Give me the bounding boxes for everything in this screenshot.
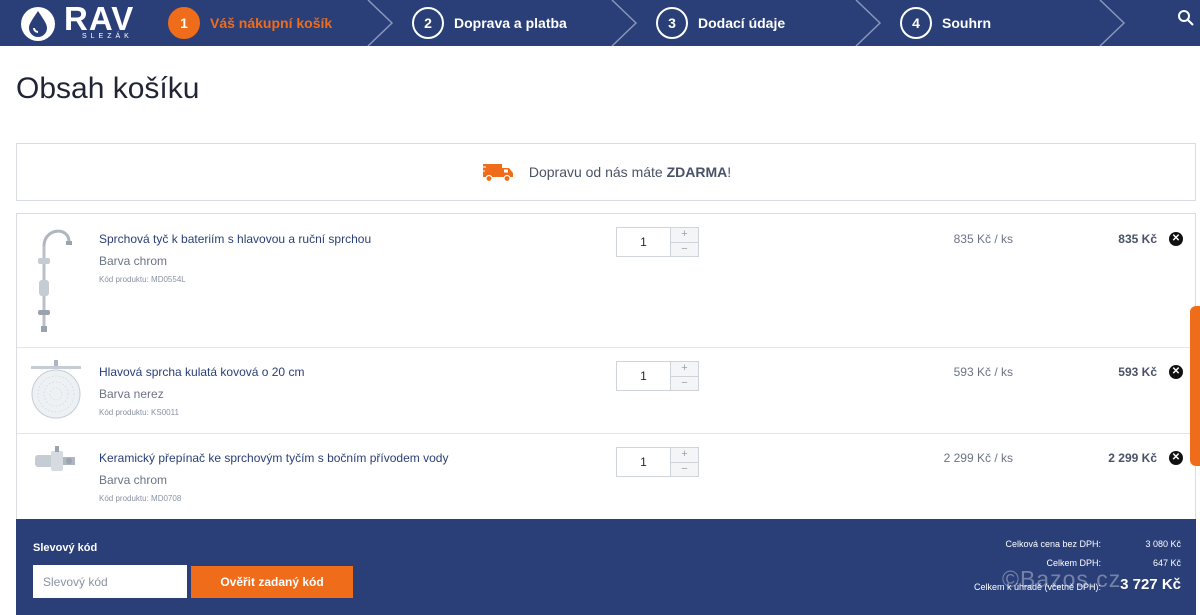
step-number: 1 <box>168 7 200 39</box>
unit-price: 593 Kč / ks <box>953 365 1013 379</box>
remove-item-button[interactable]: ✕ <box>1169 451 1183 465</box>
quantity-input[interactable] <box>617 362 671 390</box>
subtotal-without-vat-label: Celková cena bez DPH: <box>1005 539 1101 549</box>
product-code: Kód produktu: MD0554L <box>99 275 186 284</box>
product-name[interactable]: Keramický přepínač ke sprchovým tyčím s … <box>99 451 448 465</box>
quantity-increase-button[interactable]: + <box>671 448 698 463</box>
quantity-decrease-button[interactable]: − <box>671 462 698 476</box>
product-variant: Barva nerez <box>99 387 164 401</box>
product-name[interactable]: Sprchová tyč k bateriím s hlavovou a ruč… <box>99 232 371 246</box>
remove-item-button[interactable]: ✕ <box>1169 232 1183 246</box>
step-shipping-payment[interactable]: 2 Doprava a platba <box>412 0 567 46</box>
line-total: 2 299 Kč <box>1108 451 1157 465</box>
free-shipping-banner: Dopravu od nás máte ZDARMA! <box>16 143 1196 201</box>
step-label: Váš nákupní košík <box>210 15 333 31</box>
step-separator-chevron-icon <box>855 0 882 46</box>
cart-item: Hlavová sprcha kulatá kovová o 20 cm Bar… <box>17 348 1195 434</box>
step-delivery-details[interactable]: 3 Dodací údaje <box>656 0 785 46</box>
quantity-decrease-button[interactable]: − <box>671 242 698 256</box>
step-summary[interactable]: 4 Souhrn <box>900 0 991 46</box>
side-feedback-tab[interactable] <box>1190 306 1200 466</box>
page-title: Obsah košíku <box>16 72 200 105</box>
product-thumbnail-diverter-valve[interactable] <box>31 446 81 476</box>
watermark: ©Bazos.cz <box>1002 566 1122 592</box>
checkout-header: RAV SLEZÁK 1 Váš nákupní košík 2 Doprava… <box>0 0 1200 46</box>
line-total: 835 Kč <box>1118 232 1157 246</box>
unit-price: 2 299 Kč / ks <box>943 451 1013 465</box>
rav-logo[interactable]: RAV SLEZÁK <box>16 0 146 44</box>
water-drop-logo-icon <box>21 7 55 41</box>
product-variant: Barva chrom <box>99 473 168 487</box>
cart-item: Keramický přepínač ke sprchovým tyčím s … <box>17 434 1195 520</box>
coupon-code-input[interactable] <box>33 565 187 598</box>
unit-price: 835 Kč / ks <box>953 232 1013 246</box>
quantity-input[interactable] <box>617 448 671 476</box>
quantity-stepper: + − <box>616 227 699 257</box>
product-variant: Barva chrom <box>99 254 168 268</box>
quantity-increase-button[interactable]: + <box>671 228 698 243</box>
delivery-truck-icon <box>480 164 513 183</box>
cart-item: Sprchová tyč k bateriím s hlavovou a ruč… <box>17 214 1195 348</box>
product-name[interactable]: Hlavová sprcha kulatá kovová o 20 cm <box>99 365 304 379</box>
logo-subtitle: SLEZÁK <box>82 33 133 40</box>
quantity-stepper: + − <box>616 361 699 391</box>
subtotal-without-vat-value: 3 080 Kč <box>1145 539 1181 549</box>
step-number: 4 <box>900 7 932 39</box>
product-code: Kód produktu: MD0708 <box>99 494 182 503</box>
step-separator-chevron-icon <box>367 0 394 46</box>
step-separator-chevron-icon <box>1099 0 1126 46</box>
step-label: Doprava a platba <box>454 15 567 31</box>
product-code: Kód produktu: KS0011 <box>99 408 179 417</box>
cart-items-list: Sprchová tyč k bateriím s hlavovou a ruč… <box>16 213 1196 519</box>
step-separator-chevron-icon <box>611 0 638 46</box>
product-thumbnail-shower-rod[interactable] <box>31 224 81 336</box>
line-total: 593 Kč <box>1118 365 1157 379</box>
quantity-input[interactable] <box>617 228 671 256</box>
verify-coupon-button[interactable]: Ověřit zadaný kód <box>191 566 353 598</box>
quantity-decrease-button[interactable]: − <box>671 376 698 390</box>
coupon-label: Slevový kód <box>33 542 98 554</box>
step-label: Dodací údaje <box>698 15 786 31</box>
product-thumbnail-shower-head[interactable] <box>31 360 81 420</box>
step-number: 2 <box>412 7 444 39</box>
step-number: 3 <box>656 7 688 39</box>
quantity-increase-button[interactable]: + <box>671 362 698 377</box>
step-cart[interactable]: 1 Váš nákupní košík <box>168 0 332 46</box>
free-shipping-text: Dopravu od nás máte ZDARMA! <box>528 164 732 180</box>
free-shipping-highlight: ZDARMA <box>666 164 728 180</box>
search-icon[interactable] <box>1176 8 1196 28</box>
quantity-stepper: + − <box>616 447 699 477</box>
step-label: Souhrn <box>942 15 991 31</box>
remove-item-button[interactable]: ✕ <box>1169 365 1183 379</box>
